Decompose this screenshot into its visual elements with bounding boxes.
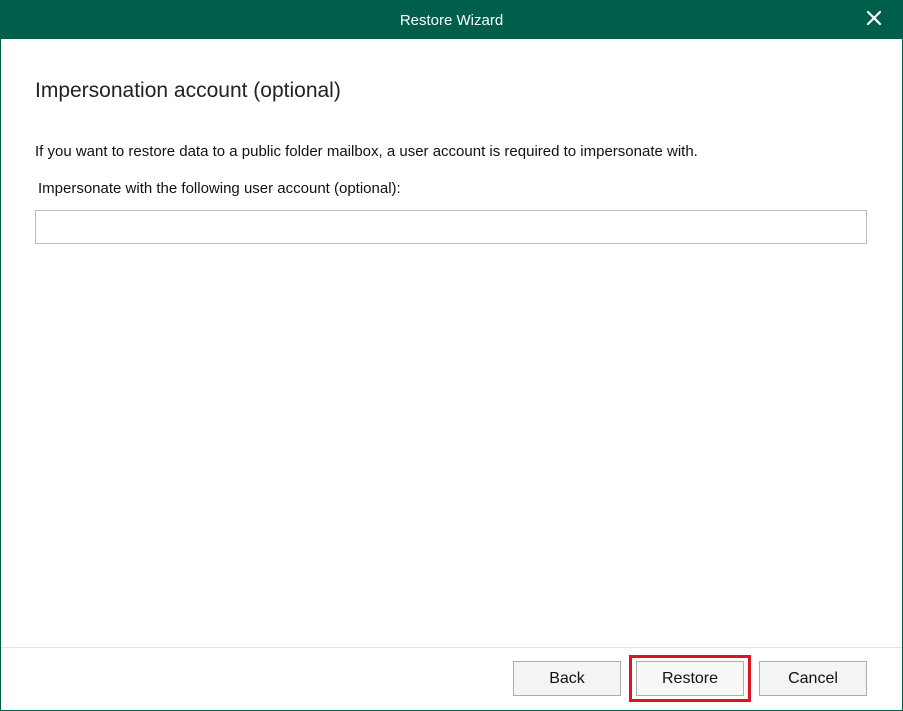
restore-wizard-window: Restore Wizard Impersonation account (op… [0, 0, 903, 711]
cancel-button[interactable]: Cancel [759, 661, 867, 696]
close-button[interactable] [846, 1, 902, 39]
page-description: If you want to restore data to a public … [35, 143, 698, 160]
title-bar: Restore Wizard [1, 1, 902, 39]
page-title: Impersonation account (optional) [35, 79, 341, 102]
footer-divider [1, 647, 902, 648]
back-button[interactable]: Back [513, 661, 621, 696]
window-title: Restore Wizard [399, 11, 504, 29]
impersonation-account-input[interactable] [35, 210, 867, 244]
close-icon [866, 9, 882, 30]
restore-button[interactable]: Restore [636, 661, 744, 696]
impersonation-account-label: Impersonate with the following user acco… [38, 180, 401, 197]
